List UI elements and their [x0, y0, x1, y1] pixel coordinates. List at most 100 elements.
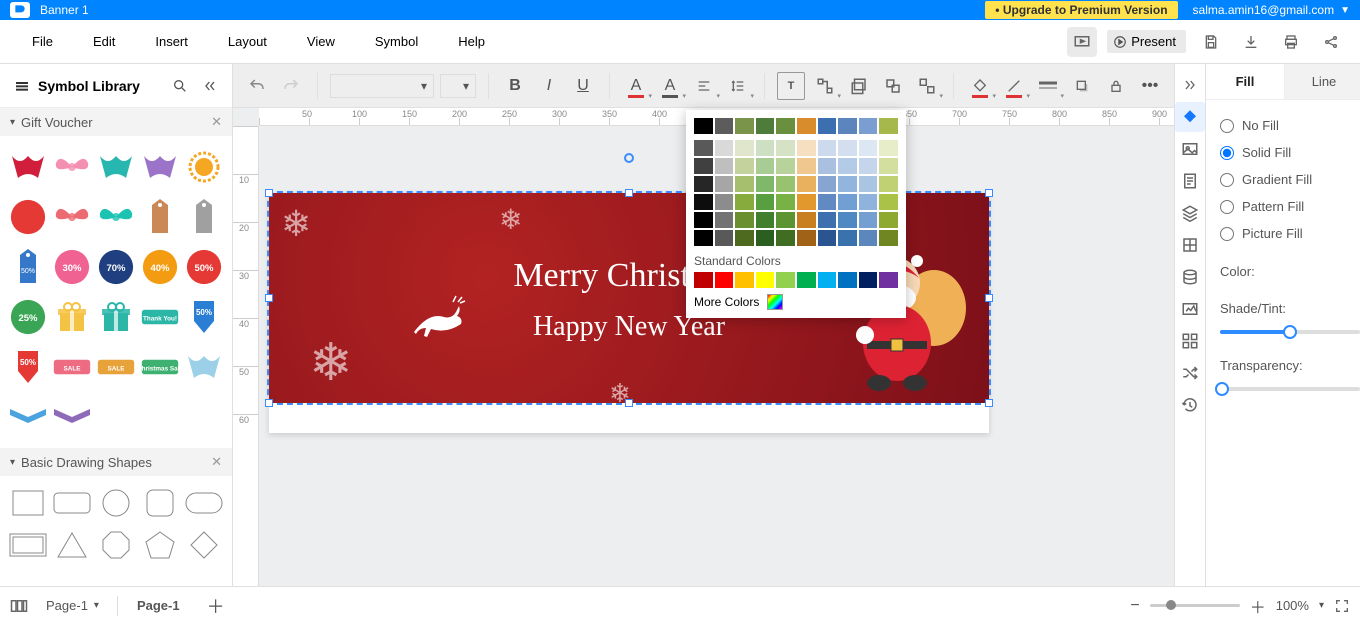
underline-icon[interactable]: U: [569, 72, 597, 100]
shape-capsule[interactable]: [184, 484, 224, 522]
color-picker-popup[interactable]: Standard Colors More Colors: [686, 110, 906, 318]
color-swatch[interactable]: [776, 158, 795, 174]
color-swatch[interactable]: [879, 194, 898, 210]
voucher-circle-orange[interactable]: 40%: [140, 244, 180, 290]
color-swatch[interactable]: [776, 230, 795, 246]
color-swatch[interactable]: [694, 272, 713, 288]
font-family-select[interactable]: ▾: [330, 74, 434, 98]
color-swatch[interactable]: [797, 140, 816, 156]
color-swatch[interactable]: [756, 176, 775, 192]
tab-line[interactable]: Line: [1284, 64, 1360, 99]
present-button[interactable]: Present: [1107, 30, 1186, 53]
close-icon[interactable]: ✕: [211, 114, 222, 130]
color-swatch[interactable]: [715, 140, 734, 156]
voucher-tag-blue[interactable]: 50%: [8, 244, 48, 290]
color-swatch[interactable]: [735, 140, 754, 156]
voucher-arrow-blue[interactable]: 50%: [184, 294, 224, 340]
menu-help[interactable]: Help: [440, 30, 503, 53]
color-swatch[interactable]: [859, 158, 878, 174]
page-tab-1[interactable]: Page-1: [126, 593, 191, 618]
color-swatch[interactable]: [735, 230, 754, 246]
shape-triangle[interactable]: [52, 526, 92, 564]
voucher-bow-coral[interactable]: [52, 194, 92, 240]
menu-symbol[interactable]: Symbol: [357, 30, 436, 53]
resize-handle[interactable]: [985, 189, 993, 197]
page-dropdown[interactable]: Page-1 ▾: [36, 598, 109, 613]
resize-handle[interactable]: [625, 189, 633, 197]
collapse-right-icon[interactable]: [1175, 70, 1205, 100]
menu-view[interactable]: View: [289, 30, 353, 53]
color-swatch[interactable]: [818, 230, 837, 246]
color-swatch[interactable]: [797, 212, 816, 228]
color-swatch[interactable]: [694, 140, 713, 156]
color-swatch[interactable]: [756, 230, 775, 246]
voucher-seal-green[interactable]: 25%: [8, 294, 48, 340]
color-swatch[interactable]: [797, 176, 816, 192]
color-swatch[interactable]: [859, 118, 878, 134]
color-swatch[interactable]: [776, 140, 795, 156]
color-swatch[interactable]: [818, 272, 837, 288]
shape-diamond[interactable]: [184, 526, 224, 564]
fill-icon[interactable]: ▾: [966, 72, 994, 100]
text-box-icon[interactable]: T: [777, 72, 805, 100]
color-swatch[interactable]: [735, 212, 754, 228]
color-swatch[interactable]: [694, 230, 713, 246]
color-swatch[interactable]: [776, 272, 795, 288]
voucher-chevron-blue[interactable]: [8, 394, 48, 440]
shape-circle[interactable]: [96, 484, 136, 522]
resize-handle[interactable]: [265, 399, 273, 407]
radio-solid-fill[interactable]: Solid Fill: [1220, 139, 1360, 166]
resize-handle[interactable]: [985, 399, 993, 407]
color-swatch[interactable]: [797, 272, 816, 288]
resize-handle[interactable]: [265, 294, 273, 302]
bold-icon[interactable]: B: [501, 72, 529, 100]
close-icon[interactable]: ✕: [211, 454, 222, 470]
download-icon[interactable]: [1236, 27, 1266, 57]
color-swatch[interactable]: [879, 158, 898, 174]
color-swatch[interactable]: [818, 140, 837, 156]
color-swatch[interactable]: [715, 158, 734, 174]
color-swatch[interactable]: [838, 194, 857, 210]
color-swatch[interactable]: [797, 158, 816, 174]
color-swatch[interactable]: [735, 176, 754, 192]
text-color-icon[interactable]: A▾: [622, 72, 650, 100]
color-swatch[interactable]: [797, 194, 816, 210]
color-swatch[interactable]: [818, 176, 837, 192]
collapse-left-icon[interactable]: [202, 78, 218, 94]
voucher-circle-pink[interactable]: 30%: [52, 244, 92, 290]
color-swatch[interactable]: [818, 194, 837, 210]
shape-rounded-rect[interactable]: [52, 484, 92, 522]
search-icon[interactable]: [172, 78, 188, 94]
voucher-bow-pink[interactable]: [52, 144, 92, 190]
line-spacing-icon[interactable]: ▾: [724, 72, 752, 100]
grid-panel-icon[interactable]: [1175, 326, 1205, 356]
color-swatch[interactable]: [838, 118, 857, 134]
color-swatch[interactable]: [694, 176, 713, 192]
shade-slider[interactable]: [1220, 330, 1360, 334]
align-icon[interactable]: ▾: [690, 72, 718, 100]
redo-icon[interactable]: [277, 72, 305, 100]
voucher-badge-orange[interactable]: [184, 144, 224, 190]
color-swatch[interactable]: [838, 272, 857, 288]
color-swatch[interactable]: [715, 194, 734, 210]
resize-handle[interactable]: [625, 399, 633, 407]
voucher-ribbon-teal[interactable]: [96, 144, 136, 190]
color-swatch[interactable]: [735, 194, 754, 210]
color-swatch[interactable]: [838, 230, 857, 246]
menu-insert[interactable]: Insert: [137, 30, 206, 53]
color-swatch[interactable]: [859, 194, 878, 210]
color-swatch[interactable]: [818, 158, 837, 174]
voucher-sale-pink[interactable]: SALE: [52, 344, 92, 390]
color-swatch[interactable]: [838, 140, 857, 156]
color-swatch[interactable]: [756, 212, 775, 228]
save-icon[interactable]: [1196, 27, 1226, 57]
page-panel-icon[interactable]: [1175, 166, 1205, 196]
undo-icon[interactable]: [243, 72, 271, 100]
more-icon[interactable]: •••: [1136, 72, 1164, 100]
color-swatch[interactable]: [776, 118, 795, 134]
radio-picture-fill[interactable]: Picture Fill: [1220, 220, 1360, 247]
section-basic-shapes[interactable]: ▾ Basic Drawing Shapes ✕: [0, 448, 232, 476]
voucher-ribbon-bow[interactable]: [8, 144, 48, 190]
color-swatch[interactable]: [756, 118, 775, 134]
section-gift-voucher[interactable]: ▾ Gift Voucher ✕: [0, 108, 232, 136]
